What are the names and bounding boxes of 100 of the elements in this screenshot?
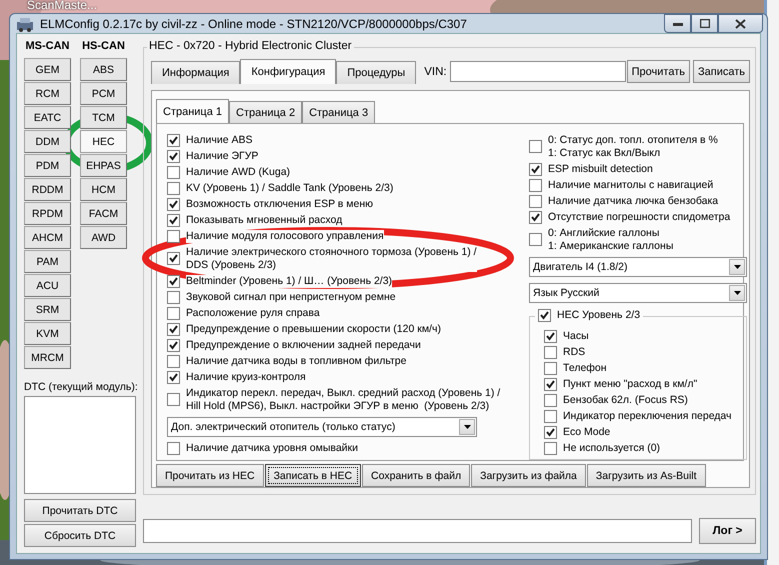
- checkbox-label: Расположение руля справа: [186, 306, 320, 320]
- action-button[interactable]: Прочитать из HEC: [156, 464, 264, 487]
- page-tab[interactable]: Страница 3: [302, 101, 376, 123]
- module-button[interactable]: GEM: [24, 58, 71, 81]
- module-button[interactable]: PDM: [24, 154, 71, 177]
- module-button[interactable]: HCM: [80, 178, 127, 201]
- checkbox-label: HEC Уровень 2/3: [557, 309, 640, 322]
- checkbox[interactable]: [167, 150, 180, 162]
- module-button[interactable]: AHCM: [24, 226, 71, 249]
- checkbox[interactable]: [167, 370, 180, 384]
- tab[interactable]: Конфигурация: [240, 59, 336, 84]
- module-button[interactable]: HEC: [80, 130, 127, 153]
- checkbox[interactable]: [544, 410, 557, 422]
- window-title: ELMConfig 0.2.17c by civil-zz - Online mode - STN2120/VCP/8000000bps/C307: [40, 16, 468, 30]
- checkbox-label: Отсутствие погрешности спидометра: [548, 210, 730, 224]
- maximize-icon: [700, 19, 710, 28]
- bus-label: MS-CAN: [24, 40, 70, 54]
- minimize-icon: [672, 22, 682, 26]
- module-button[interactable]: AWD: [80, 226, 127, 249]
- dropdown[interactable]: Доп. электрический отопитель (только статус): [167, 417, 477, 437]
- checkbox-label: Eco Mode: [563, 426, 610, 438]
- module-button[interactable]: FACM: [80, 202, 127, 225]
- checkbox[interactable]: [167, 354, 180, 368]
- checkbox[interactable]: [167, 274, 180, 288]
- checkbox[interactable]: [544, 426, 557, 438]
- checkbox[interactable]: [167, 306, 180, 320]
- dtc-button[interactable]: Сбросить DTC: [24, 524, 136, 547]
- checkbox[interactable]: [167, 252, 180, 265]
- module-button[interactable]: KVM: [24, 322, 71, 345]
- log-button[interactable]: Лог >: [699, 518, 756, 544]
- module-button[interactable]: ABS: [80, 58, 127, 81]
- checkbox[interactable]: [167, 182, 180, 194]
- checkbox-label: Наличие магнитолы с навигацией: [548, 178, 714, 192]
- checkbox-label: Телефон: [563, 362, 607, 374]
- module-button[interactable]: RPDM: [24, 202, 71, 225]
- module-button[interactable]: RDDM: [24, 178, 71, 201]
- checkbox[interactable]: [544, 330, 557, 342]
- module-button[interactable]: DDM: [24, 130, 71, 153]
- checkbox[interactable]: [167, 230, 180, 242]
- module-button[interactable]: SRM: [24, 298, 71, 321]
- close-icon: [735, 18, 746, 28]
- checkbox[interactable]: [167, 198, 180, 210]
- checkbox-label: 0: Статус доп. топл. отопителя в % 1: Статус как Вкл/Выкл: [548, 134, 718, 160]
- checkbox-label: Наличие модуля голосового управления: [186, 230, 384, 242]
- page-tab[interactable]: Страница 2: [229, 101, 302, 123]
- module-button[interactable]: RCM: [24, 82, 71, 105]
- module-button[interactable]: EHPAS: [80, 154, 127, 177]
- checkbox[interactable]: [167, 338, 180, 352]
- checkbox[interactable]: [529, 210, 542, 224]
- close-button[interactable]: [718, 14, 763, 33]
- checkbox[interactable]: [544, 394, 557, 406]
- dtc-list[interactable]: [24, 396, 136, 494]
- dropdown[interactable]: Двигатель I4 (1.8/2): [529, 257, 747, 277]
- checkbox[interactable]: [529, 233, 542, 246]
- page-tab[interactable]: Страница 1: [156, 99, 230, 123]
- checkbox[interactable]: [167, 322, 180, 336]
- action-button[interactable]: Загрузить из файла: [471, 464, 586, 487]
- minimize-button[interactable]: [664, 14, 691, 33]
- module-button[interactable]: ACU: [24, 274, 71, 297]
- checkbox[interactable]: [544, 442, 557, 454]
- action-button[interactable]: Загрузить из As-Built: [586, 464, 706, 487]
- checkbox[interactable]: [544, 378, 557, 390]
- checkbox[interactable]: [167, 393, 180, 406]
- checkbox[interactable]: [544, 346, 557, 358]
- checkbox[interactable]: [167, 442, 180, 454]
- checkbox[interactable]: [529, 140, 542, 153]
- checkbox-label: Предупреждение о включении задней передачи: [186, 338, 421, 352]
- action-button[interactable]: Записать в HEC: [264, 464, 362, 487]
- checkbox[interactable]: [538, 309, 551, 322]
- module-button[interactable]: PAM: [24, 250, 71, 273]
- dropdown[interactable]: Язык Русский: [529, 283, 747, 303]
- module-button[interactable]: MRCM: [24, 346, 71, 369]
- checkbox[interactable]: [167, 290, 180, 304]
- vin-button[interactable]: Прочитать: [626, 60, 690, 83]
- checkbox-label: Часы: [563, 330, 589, 342]
- checkbox-label: Звуковой сигнал при непристегнуом ремне: [186, 290, 396, 304]
- log-field[interactable]: [143, 519, 692, 543]
- checkbox[interactable]: [529, 162, 542, 176]
- checkbox[interactable]: [167, 166, 180, 178]
- checkbox[interactable]: [167, 134, 180, 146]
- vin-field[interactable]: [450, 61, 626, 82]
- vin-button[interactable]: Записать: [692, 60, 750, 83]
- tab[interactable]: Процедуры: [336, 61, 416, 84]
- checkbox[interactable]: [167, 214, 180, 226]
- tab[interactable]: Информация: [151, 61, 240, 84]
- checkbox-label: 0: Английские галлоны 1: Американские галлоны: [548, 226, 674, 252]
- checkbox[interactable]: [529, 194, 542, 208]
- checkbox-label: Индикатор перекл. передач, Выкл. средний расход (Уровень 1) / Hill Hold (MPS6), Выкл. настройки ЭГУР в меню (Уровень 2/3): [186, 386, 500, 412]
- dtc-button[interactable]: Прочитать DTC: [24, 499, 136, 522]
- maximize-button[interactable]: [691, 14, 718, 33]
- checkbox-label: Возможность отключения ESP в меню: [186, 198, 374, 210]
- checkbox-label: Наличие датчика лючка бензобака: [548, 194, 718, 208]
- checkbox[interactable]: [529, 178, 542, 192]
- checkbox[interactable]: [544, 362, 557, 374]
- module-button[interactable]: TCM: [80, 106, 127, 129]
- checkbox-label: RDS: [563, 346, 586, 358]
- checkbox-label: Наличие электрического стояночного тормоза (Уровень 1) / DDS (Уровень 2/3): [186, 246, 477, 272]
- action-button[interactable]: Сохранить в файл: [362, 464, 470, 487]
- module-button[interactable]: PCM: [80, 82, 127, 105]
- module-button[interactable]: EATC: [24, 106, 71, 129]
